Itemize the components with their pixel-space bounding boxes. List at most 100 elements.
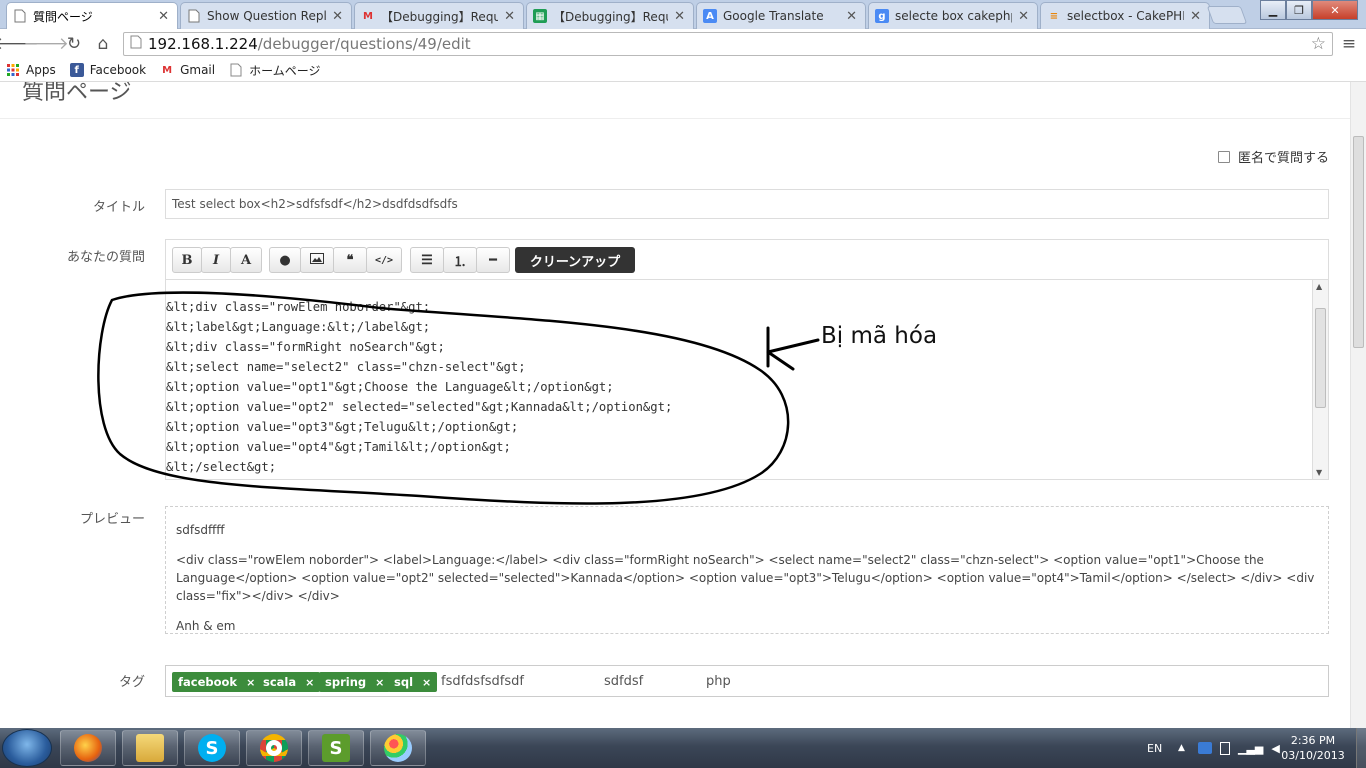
apps-grid-icon [6,63,20,77]
page-icon [187,9,201,23]
tag-remove-icon[interactable]: × [305,676,314,689]
tag-chip[interactable]: spring × [319,672,391,692]
new-tab-button[interactable] [1206,6,1248,24]
tab-selectbox-cakephp[interactable]: ≡ selectbox - CakePHP 2 ✕ [1040,2,1210,29]
page-scrollbar[interactable] [1350,82,1366,728]
tab-close-icon[interactable]: ✕ [1018,9,1029,24]
tab-close-icon[interactable]: ✕ [1190,9,1201,24]
tab-selecte-box-cakephp[interactable]: g selecte box cakephp - ✕ [868,2,1038,29]
free-tag: php [706,674,731,689]
tray-expand-icon[interactable]: ▲ [1178,728,1185,768]
taskbar-paint[interactable] [370,730,426,766]
tab-show-question-reply[interactable]: Show Question Reply ✕ [180,2,352,29]
textarea-scrollbar[interactable]: ▲ ▼ [1312,280,1328,479]
power-icon[interactable] [1220,741,1230,755]
preview-box: sdfsdffff <div class="rowElem noborder">… [165,506,1329,634]
bookmark-apps[interactable]: Apps [6,63,56,77]
bookmark-label: ホームページ [249,63,321,78]
tag-chip[interactable]: facebook × [172,672,262,692]
bookmark-gmail[interactable]: M Gmail [160,63,215,77]
browser-toolbar: 🡐 🡒 ↻ ⌂ 192.168.1.224/debugger/questions… [0,29,1366,59]
gmail-icon: M [162,64,173,76]
tab-debugging-gmail[interactable]: M 【Debugging】Requir ✕ [354,2,524,29]
network-icon[interactable] [1198,742,1212,754]
chrome-icon [260,734,288,762]
minimize-button[interactable]: ▁ [1260,0,1286,20]
bookmark-facebook[interactable]: f Facebook [69,63,146,77]
taskbar-firefox[interactable] [60,730,116,766]
sheets-icon: ▦ [533,9,547,23]
tab-title: selectbox - CakePHP 2 [1067,9,1184,23]
bookmark-label: Apps [26,63,56,77]
clock[interactable]: 2:36 PM 03/10/2013 [1278,728,1348,768]
bookmark-homepage[interactable]: ホームページ [229,62,321,79]
tag-label: タグ [118,675,145,690]
textarea-scroll-thumb[interactable] [1315,308,1326,408]
page-icon [229,63,243,77]
page-scroll-thumb[interactable] [1353,136,1364,348]
clock-time: 2:36 PM [1290,734,1336,747]
firefox-icon [74,734,102,762]
preview-line: <div class="rowElem noborder"> <label>La… [176,553,1315,603]
tab-title: Show Question Reply [207,9,327,23]
tag-chip-label: scala [263,675,297,689]
tab-title: 【Debugging】Requir [553,9,668,24]
tag-input[interactable]: facebook × scala × spring × sql × fsdfdsfsdf… [165,665,1329,697]
stackoverflow-icon: ≡ [1049,10,1059,22]
bookmarks-bar: Apps f Facebook M Gmail ホームページ [0,59,1366,82]
address-bar[interactable]: 192.168.1.224/debugger/questions/49/edit… [123,32,1333,56]
url-path: /debugger/questions/49/edit [257,35,471,53]
close-window-button[interactable]: ✕ [1312,0,1358,20]
tab-close-icon[interactable]: ✕ [504,9,515,24]
tag-remove-icon[interactable]: × [422,676,431,689]
tab-google-translate[interactable]: A Google Translate ✕ [696,2,866,29]
annotation-text: Bị mã hóa [821,323,938,349]
tab-title: selecte box cakephp - [895,9,1012,23]
signal-bars-icon[interactable]: ▁▃▅ [1238,742,1263,755]
tab-question-page[interactable]: 質問ページ ✕ [6,2,178,29]
scroll-down-icon[interactable]: ▼ [1316,468,1322,477]
taskbar: S S EN ▲ ▁▃▅ ◀ 2:36 PM 03/10/2013 [0,728,1366,768]
annotation-ellipse-drawing [97,291,820,505]
forward-icon[interactable]: 🡒 [23,34,69,54]
language-indicator[interactable]: EN [1147,728,1162,768]
tab-close-icon[interactable]: ✕ [846,9,857,24]
tag-chip[interactable]: scala × [257,672,321,692]
reload-icon[interactable]: ↻ [64,34,84,54]
taskbar-sublime[interactable]: S [308,730,364,766]
tab-title: 質問ページ [33,9,93,24]
page-content: 質問ページ 匿名で質問する タイトル Test select box<h2>sd… [0,82,1350,728]
free-tag: sdfdsf [604,674,644,689]
star-bookmark-icon[interactable]: ☆ [1311,34,1326,54]
file-explorer-icon [136,734,164,762]
tab-close-icon[interactable]: ✕ [674,9,685,24]
preview-line: sdfsdffff [176,523,225,537]
scroll-up-icon[interactable]: ▲ [1316,282,1322,291]
taskbar-chrome[interactable] [246,730,302,766]
taskbar-skype[interactable]: S [184,730,240,766]
home-icon[interactable]: ⌂ [93,34,113,54]
anonymous-checkbox[interactable] [1218,150,1230,163]
restore-button[interactable]: ❐ [1286,0,1312,20]
taskbar-file-explorer[interactable] [122,730,178,766]
tray-icons: ▁▃▅ ◀ [1198,728,1280,768]
tag-chip-label: facebook [178,675,238,689]
anonymous-label: 匿名で質問する [1238,151,1330,166]
page-icon [13,9,27,23]
tag-remove-icon[interactable]: × [246,676,255,689]
tab-debugging-sheets[interactable]: ▦ 【Debugging】Requir ✕ [526,2,694,29]
tag-chip[interactable]: sql × [388,672,438,692]
preview-line: Anh & em [176,619,236,633]
start-button[interactable] [2,729,52,767]
menu-icon[interactable]: ≡ [1339,34,1359,54]
tab-close-icon[interactable]: ✕ [158,9,169,24]
show-desktop-button[interactable] [1356,728,1366,768]
tag-chip-label: sql [394,675,414,689]
anonymous-option[interactable]: 匿名で質問する [1218,147,1329,166]
tab-close-icon[interactable]: ✕ [332,9,343,24]
bookmark-label: Gmail [180,63,216,77]
gmail-icon: M [363,10,373,22]
tag-remove-icon[interactable]: × [375,676,384,689]
clock-date: 03/10/2013 [1281,749,1345,762]
google-search-icon: g [875,9,889,23]
